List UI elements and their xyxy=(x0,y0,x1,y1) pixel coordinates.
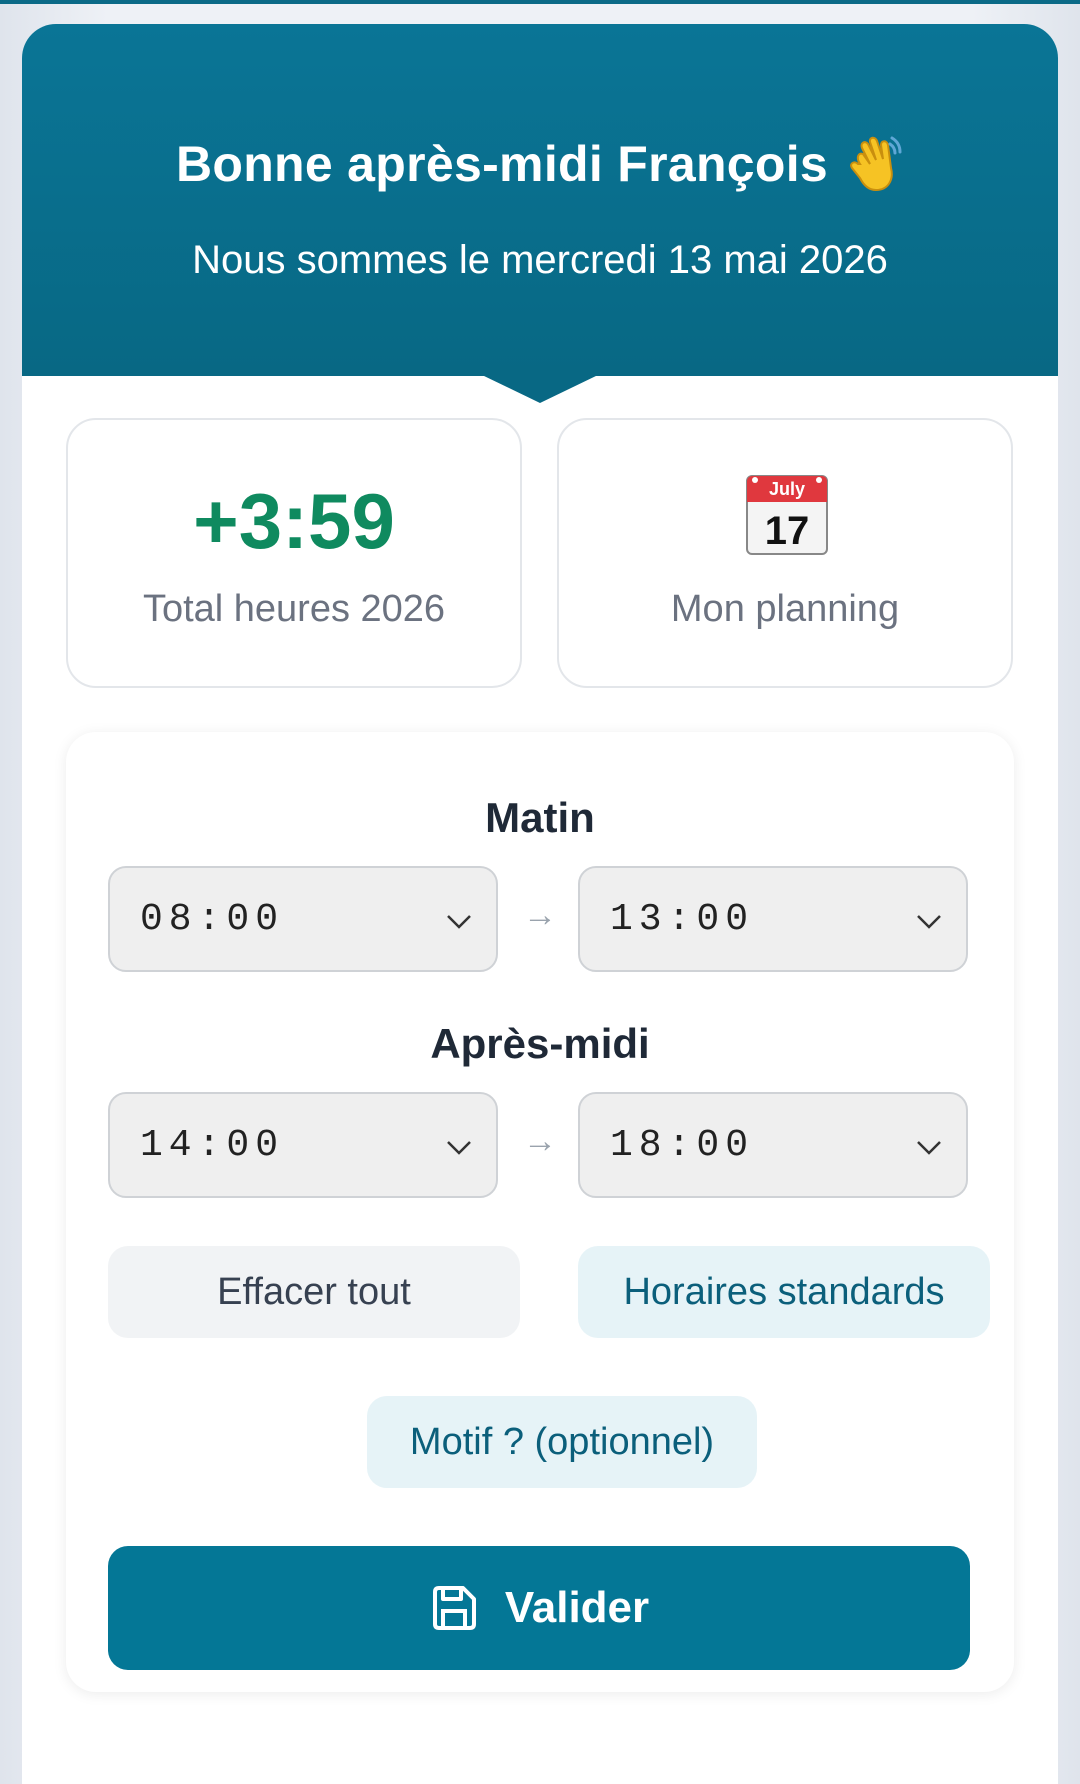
header-notch xyxy=(482,375,598,403)
planning-card[interactable]: July 17 Mon planning xyxy=(557,418,1013,688)
chevron-down-icon xyxy=(917,1141,941,1155)
morning-title: Matin xyxy=(485,794,595,841)
afternoon-start-value: 14:00 xyxy=(140,1123,285,1167)
chevron-down-icon xyxy=(447,1141,471,1155)
afternoon-end-value: 18:00 xyxy=(610,1123,755,1167)
submit-label: Valider xyxy=(504,1583,650,1632)
afternoon-title: Après-midi xyxy=(430,1020,650,1067)
range-arrow: → xyxy=(523,1122,557,1160)
morning-start-value: 08:00 xyxy=(140,897,285,941)
range-arrow: → xyxy=(523,896,557,934)
morning-start-select[interactable]: 08:00 xyxy=(108,866,498,972)
total-hours-card[interactable]: +3:59 Total heures 2026 xyxy=(66,418,522,688)
morning-end-select[interactable]: 13:00 xyxy=(578,866,968,972)
submit-button[interactable]: Valider xyxy=(108,1546,970,1670)
date-line: Nous sommes le mercredi 13 mai 2026 xyxy=(192,238,888,282)
chevron-down-icon xyxy=(917,915,941,929)
waving-hand-icon xyxy=(850,136,902,192)
schedule-form: Matin 08:00 → 13:00 Après-midi 14:00 → 1… xyxy=(66,732,1014,1692)
calendar-day: 17 xyxy=(765,509,810,553)
total-hours-label: Total heures 2026 xyxy=(142,588,446,630)
morning-end-value: 13:00 xyxy=(610,897,755,941)
calendar-icon: July 17 xyxy=(746,475,828,555)
chevron-down-icon xyxy=(447,915,471,929)
total-hours-value: +3:59 xyxy=(193,477,395,565)
main-card: Bonne après-midi François Nous sommes le… xyxy=(22,24,1058,1784)
planning-label: Mon planning xyxy=(670,588,900,630)
clear-all-button[interactable]: Effacer tout xyxy=(108,1246,520,1338)
reason-button[interactable]: Motif ? (optionnel) xyxy=(367,1396,757,1488)
afternoon-end-select[interactable]: 18:00 xyxy=(578,1092,968,1198)
greeting-text: Bonne après-midi François xyxy=(175,136,829,192)
save-icon xyxy=(432,1586,476,1630)
header: Bonne après-midi François Nous sommes le… xyxy=(22,24,1058,376)
calendar-month: July xyxy=(769,479,805,499)
afternoon-start-select[interactable]: 14:00 xyxy=(108,1092,498,1198)
standard-hours-button[interactable]: Horaires standards xyxy=(578,1246,990,1338)
greeting: Bonne après-midi François xyxy=(22,134,1058,194)
top-strip xyxy=(0,0,1080,4)
